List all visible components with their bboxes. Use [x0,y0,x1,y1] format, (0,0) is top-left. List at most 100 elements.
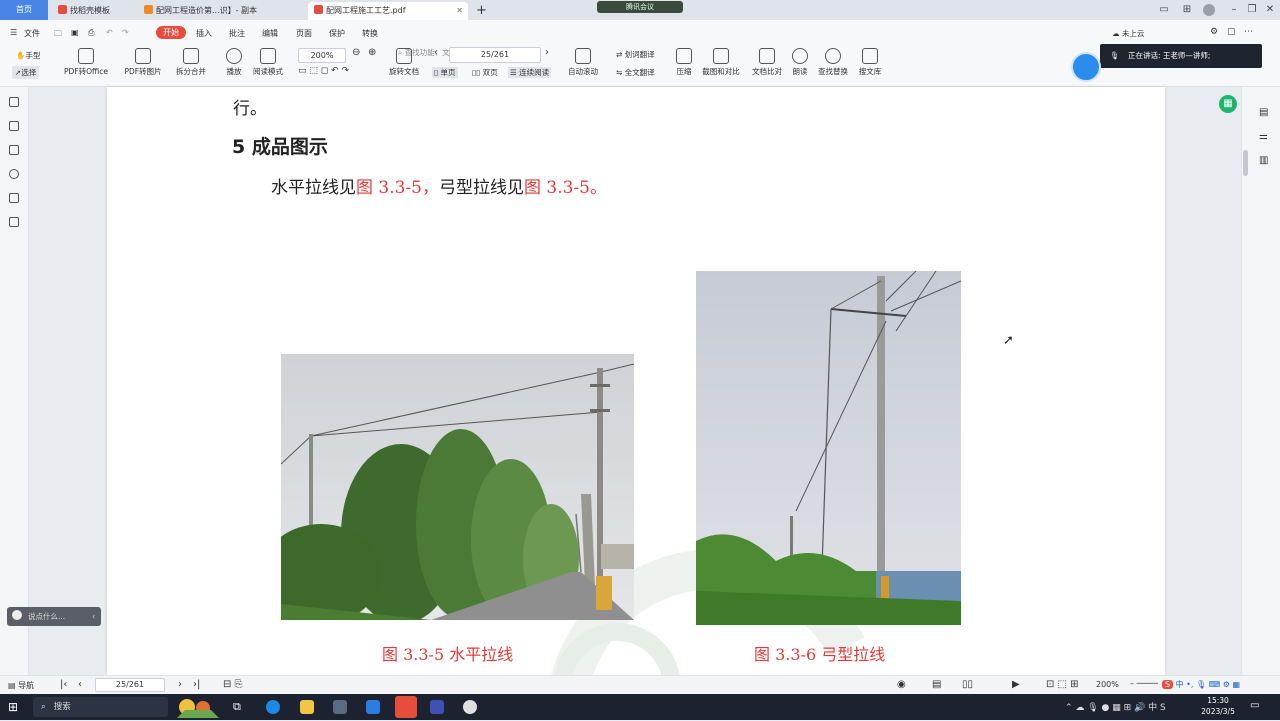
zoom-slider[interactable]: – ───── [1130,679,1161,688]
fit-page-icon[interactable]: ▭ ⬚ ◻ ↶ ↷ [298,66,349,76]
tab-home[interactable]: 首页 [0,0,48,20]
apps-grid-icon[interactable]: ⊞ [1180,3,1194,17]
comment-icon[interactable] [9,145,19,155]
print-icon[interactable]: ⎙ [88,28,94,38]
close-icon[interactable]: ✕ [456,2,463,20]
adjust-icon[interactable]: ⚌ [1259,131,1268,142]
last-page-icon[interactable]: ›| [193,679,200,690]
minimize-icon[interactable]: – [1227,3,1241,17]
play-icon[interactable]: ▶ [1012,679,1020,690]
menu-edit[interactable]: 编辑 [262,28,278,39]
hamburger-icon[interactable]: ☰ [10,28,17,37]
more-icon[interactable]: ⋯ [1244,27,1253,37]
zoom-select[interactable]: 200% [298,48,346,63]
first-page-icon[interactable]: |‹ [60,679,67,690]
open-icon[interactable]: 🗀 [54,28,62,42]
taskbar-search[interactable]: ⌕ 搜索 [33,697,168,717]
bookmark-icon[interactable] [9,97,19,107]
rotate-doc-button[interactable]: 旋转文档 [381,48,427,77]
save-icon[interactable]: ▣ [71,28,79,37]
menu-start[interactable]: 开始 [156,26,186,39]
next-page-icon[interactable]: › [545,47,549,58]
translate-word-button[interactable]: ⇄ 划词翻译 [616,49,655,60]
zoom-level[interactable]: 200% [1096,680,1119,689]
layout-icon[interactable]: ▭ [1157,3,1171,17]
new-tab-button[interactable]: + [476,2,490,20]
single-page-view-icon[interactable]: ▯▯ [962,679,973,690]
eye-icon[interactable]: ◉ [897,679,906,690]
single-page-button[interactable]: ▯ 单页 [432,67,458,78]
select-tool[interactable]: ➚选择 [12,66,40,79]
meeting-app-icon[interactable] [366,700,380,714]
continuous-read-button[interactable]: ☰ 连续阅读 [508,67,552,78]
prev-page-icon[interactable]: ‹ [434,47,438,58]
menu-page[interactable]: 页面 [296,28,312,39]
windows-start-icon[interactable]: ⊞ [8,700,18,714]
compare-icon [759,48,775,64]
screenshot-compare-button[interactable]: 截图和对比 [697,48,745,77]
reading-mode-button[interactable]: 阅读模式 [245,48,291,77]
pdf-to-image-button[interactable]: PDF转图片 [120,48,166,77]
read-aloud-icon [792,48,808,64]
attachment-icon[interactable] [9,169,19,179]
calculator-icon[interactable] [333,700,347,714]
redo-icon[interactable]: ↷ [122,28,129,37]
double-page-button[interactable]: ▯▯ 双页 [472,67,498,78]
ime-toolbar[interactable]: S 中 •, 🎙 ⌨ ⚙ ▦ [1158,677,1280,693]
file-menu[interactable]: 文件 [24,28,40,39]
signature-icon[interactable] [9,193,19,203]
file-explorer-icon[interactable] [300,700,314,714]
restore-icon[interactable]: ❐ [1245,3,1259,17]
speaker-avatar[interactable] [1071,52,1101,82]
wps-icon[interactable] [395,696,417,718]
page-number-input[interactable]: 25/261 [449,47,541,63]
cloud-status[interactable]: ☁ 未上云 [1112,28,1144,39]
vertical-scrollbar[interactable] [1243,150,1248,176]
undo-icon[interactable]: ↶ [106,28,113,37]
speaking-text: 正在讲话: 王老师—讲师; [1128,51,1211,60]
task-view-icon[interactable]: ⧉ [233,700,241,714]
next-page-icon[interactable]: › [178,679,182,690]
chat-icon[interactable]: ▢ [1227,27,1236,37]
thumbnail-icon[interactable] [9,121,19,131]
translate-full-button[interactable]: ⇋ 全文翻译 [616,67,655,78]
app-icon[interactable] [463,700,477,714]
split-merge-button[interactable]: 拆分合并 [168,48,214,77]
window-close-icon[interactable]: ✕ [1263,3,1277,17]
tab-construction-pdf[interactable]: 配网工程施工工艺.pdf ✕ [308,2,468,20]
properties-icon[interactable]: ▤ [1259,107,1268,118]
menu-annotate[interactable]: 批注 [229,28,245,39]
prev-page-icon[interactable]: ‹ [78,679,82,690]
comment-input[interactable]: 说点什么... ‹ [7,607,101,626]
menu-insert[interactable]: 插入 [196,28,212,39]
clock[interactable]: 15:30 2023/3/5 [1196,695,1240,717]
tab-cost-doc[interactable]: 配网工程造价第...识】- 副本 [138,2,284,20]
nav-toggle[interactable]: ▤ 导航 [8,680,34,691]
collapse-icon[interactable]: ‹ [92,607,95,626]
fit-width-icon[interactable]: ⊡ ⬚ ⊞ [1046,679,1079,690]
view-icon[interactable]: ▤ [932,679,941,690]
meeting-indicator[interactable]: 腾讯会议 [597,1,683,13]
status-page-input[interactable]: 25/261 [95,678,165,692]
fit-icon[interactable]: ⊟ ⎘ [223,679,243,690]
edge-icon[interactable] [266,700,280,714]
hand-tool[interactable]: ✋手型 [16,50,40,61]
menu-convert[interactable]: 转换 [362,28,378,39]
settings-icon[interactable]: ⚙ [1210,27,1218,37]
layers-icon[interactable] [9,217,19,227]
tab-template[interactable]: 找稻壳模板 [52,2,136,20]
zoom-in-icon[interactable]: ⊕ [368,47,376,58]
notification-icon[interactable]: ▭ [1250,700,1259,711]
table-app-icon[interactable]: ▦ [1219,95,1237,113]
photos-icon[interactable] [430,700,444,714]
zoom-out-icon[interactable]: ⊖ [352,47,360,58]
figure-reference-1[interactable]: 图 3.3-5， [356,178,439,198]
panel-icon[interactable]: ▥ [1259,155,1268,166]
auto-scroll-button[interactable]: 自动滚动 [560,48,606,77]
pdf-to-office-button[interactable]: PDF转Office [60,48,112,77]
menu-protect[interactable]: 保护 [329,28,345,39]
figure-reference-2[interactable]: 图 3.3-5。 [524,178,607,198]
system-tray[interactable]: ⌃ ☁ 🎙 ● ▦ ⊞ 🔊 中 S [1065,700,1166,713]
search-library-button[interactable]: 搜文库 [847,48,893,77]
avatar[interactable] [1203,4,1215,16]
